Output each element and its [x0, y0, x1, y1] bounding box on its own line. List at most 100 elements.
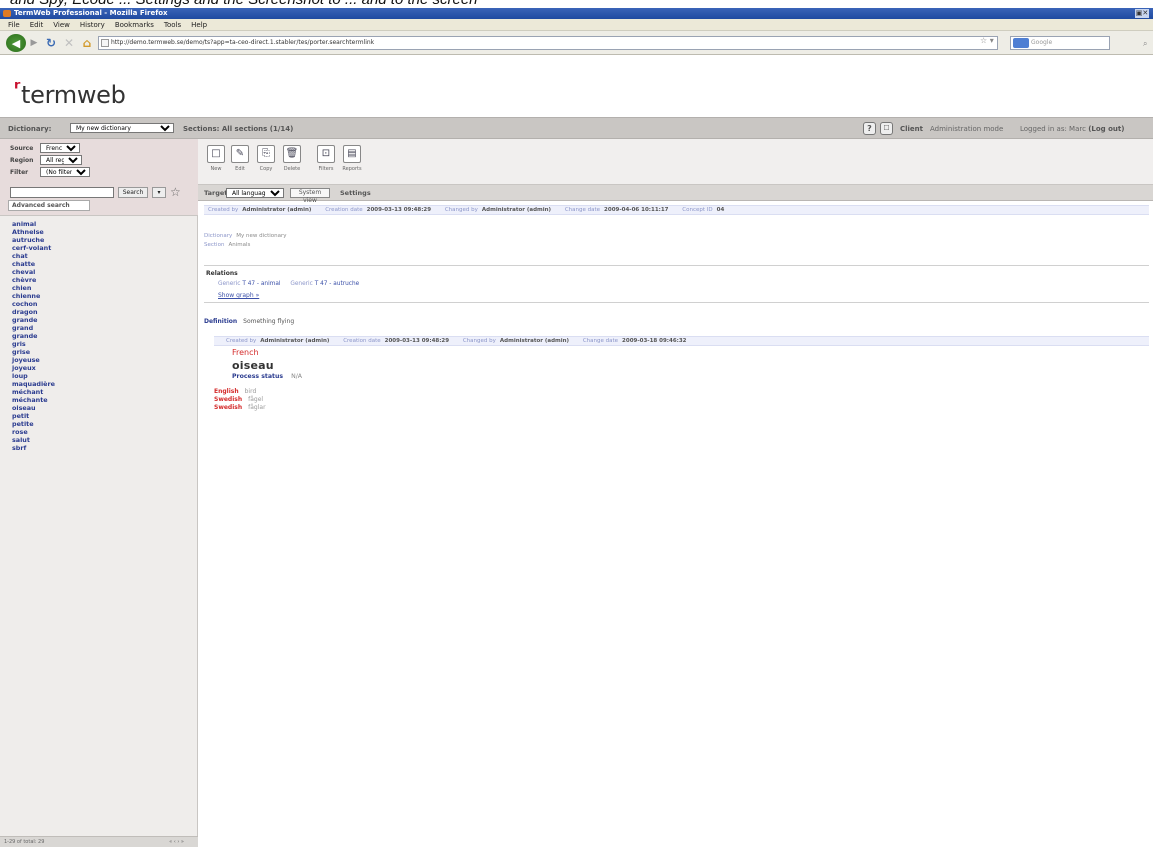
term-list-item[interactable]: chat	[12, 252, 55, 260]
meta-value: Administrator (admin)	[499, 338, 570, 344]
search-engine-icon[interactable]	[1013, 38, 1029, 48]
logo-mark-icon: ʳ	[14, 76, 21, 100]
menu-help[interactable]: Help	[191, 19, 207, 30]
new-button[interactable]: □ New	[206, 145, 226, 179]
translation-item[interactable]: Swedish fåglar	[214, 404, 266, 412]
copy-button[interactable]: ⎘ Copy	[256, 145, 276, 179]
bookmark-star-icon[interactable]: ☆ ▾	[980, 36, 994, 45]
term-list-item[interactable]: gris	[12, 340, 55, 348]
translation-item[interactable]: English bird	[214, 388, 266, 396]
reports-label: Reports	[342, 166, 362, 172]
menu-edit[interactable]: Edit	[30, 19, 44, 30]
relation-link[interactable]: T 47 - animal	[242, 281, 280, 287]
chat-icon[interactable]: ☐	[880, 122, 893, 135]
term-list-item[interactable]: méchante	[12, 396, 55, 404]
mode-link[interactable]: Administration mode	[930, 125, 1003, 133]
term-list-item[interactable]: autruche	[12, 236, 55, 244]
stop-icon[interactable]: ✕	[62, 35, 76, 51]
browser-search-box[interactable]: Google	[1010, 36, 1110, 50]
translation-item[interactable]: Swedish fågel	[214, 396, 266, 404]
process-status-row: Process status N/A	[232, 373, 302, 380]
relation-type: Generic	[218, 281, 241, 287]
reports-button[interactable]: ▤ Reports	[342, 145, 362, 179]
delete-button[interactable]: 🗑 Delete	[282, 145, 302, 179]
filter-row: Filter (No filter)	[10, 167, 90, 177]
term-list-item[interactable]: oiseau	[12, 404, 55, 412]
new-label: New	[210, 166, 222, 172]
help-icon[interactable]: ?	[863, 122, 876, 135]
home-icon[interactable]: ⌂	[80, 35, 94, 51]
dictionary-bar: Dictionary: My new dictionary Sections: …	[0, 117, 1153, 139]
term-list-item[interactable]: joyeux	[12, 364, 55, 372]
show-graph-link[interactable]: Show graph »	[218, 292, 259, 299]
reload-icon[interactable]: ↻	[44, 35, 58, 51]
meta-key: Change date	[582, 338, 619, 344]
term-list-item[interactable]: loup	[12, 372, 55, 380]
menu-view[interactable]: View	[53, 19, 70, 30]
term-list-item[interactable]: maquadière	[12, 380, 55, 388]
filter-select[interactable]: (No filter)	[40, 167, 90, 177]
sort-dropdown-icon[interactable]: ▾	[152, 187, 166, 198]
term-list-item[interactable]: méchant	[12, 388, 55, 396]
caption-text: and Spy, Ecode ... Settings and the Scre…	[10, 0, 478, 8]
pager-controls[interactable]: « ‹ › »	[169, 837, 184, 847]
term-list-item[interactable]: chienne	[12, 292, 55, 300]
term-list-item[interactable]: sbrf	[12, 444, 55, 452]
firefox-icon	[3, 10, 11, 17]
copy-icon: ⎘	[257, 145, 275, 163]
term-list-item[interactable]: dragon	[12, 308, 55, 316]
term-list-item[interactable]: grise	[12, 348, 55, 356]
dictionary-select[interactable]: My new dictionary	[70, 123, 174, 133]
process-status-label: Process status	[232, 373, 284, 380]
search-button[interactable]: Search	[118, 187, 148, 198]
source-select[interactable]: French	[40, 143, 80, 153]
filters-button[interactable]: ⊡ Filters	[316, 145, 336, 179]
menu-history[interactable]: History	[80, 19, 105, 30]
region-select[interactable]: All regions	[40, 155, 82, 165]
term-list-item[interactable]: grande	[12, 316, 55, 324]
url-text: http://demo.termweb.se/demo/ts?app=ta-ce…	[111, 39, 375, 46]
forward-arrow-icon[interactable]: ▶	[28, 35, 40, 51]
term-list-item[interactable]: chatte	[12, 260, 55, 268]
term-list-item[interactable]: joyeuse	[12, 356, 55, 364]
dictionary-field: Dictionary My new dictionary	[204, 233, 287, 239]
system-view-button[interactable]: System view	[290, 188, 330, 204]
field-key: Section	[204, 242, 225, 248]
term-list-item[interactable]: cerf-volant	[12, 244, 55, 252]
term-list-item[interactable]: petite	[12, 420, 55, 428]
term-search-input[interactable]	[10, 187, 114, 198]
source-label: Source	[10, 145, 34, 152]
settings-link[interactable]: Settings	[340, 189, 371, 197]
client-link[interactable]: Client	[900, 125, 923, 133]
favorite-star-icon[interactable]: ☆	[170, 185, 181, 199]
term-list-item[interactable]: grand	[12, 324, 55, 332]
term-list-item[interactable]: cochon	[12, 300, 55, 308]
term-list-item[interactable]: chien	[12, 284, 55, 292]
sections-value[interactable]: All sections (1/14)	[222, 125, 293, 133]
menu-bookmarks[interactable]: Bookmarks	[115, 19, 154, 30]
advanced-search-button[interactable]: Advanced search	[8, 200, 90, 211]
menu-tools[interactable]: Tools	[164, 19, 181, 30]
window-controls-icon[interactable]: ▣✕	[1135, 9, 1149, 18]
term-list-item[interactable]: chèvre	[12, 276, 55, 284]
process-status-value: N/A	[291, 373, 303, 380]
relations-row: Generic T 47 - animal Generic T 47 - aut…	[218, 281, 359, 287]
meta-value: 04	[716, 207, 725, 213]
term-list-item[interactable]: Athnelse	[12, 228, 55, 236]
relation-link[interactable]: T 47 - autruche	[315, 281, 360, 287]
target-language-select[interactable]: All languages	[226, 188, 284, 198]
edit-button[interactable]: ✎ Edit	[230, 145, 250, 179]
term-list-item[interactable]: petit	[12, 412, 55, 420]
term-metadata: Created by Administrator (admin) Creation…	[214, 336, 1149, 346]
term-list-item[interactable]: salut	[12, 436, 55, 444]
term-list-item[interactable]: cheval	[12, 268, 55, 276]
term-list-item[interactable]: animal	[12, 220, 55, 228]
url-bar[interactable]: http://demo.termweb.se/demo/ts?app=ta-ce…	[98, 36, 998, 50]
menu-file[interactable]: File	[8, 19, 20, 30]
source-row: Source French	[10, 143, 80, 153]
term-list-item[interactable]: rose	[12, 428, 55, 436]
back-arrow-icon[interactable]: ◀	[6, 34, 26, 52]
term-list-item[interactable]: grande	[12, 332, 55, 340]
logout-link[interactable]: (Log out)	[1088, 125, 1124, 133]
search-go-icon[interactable]: ⌕	[1143, 39, 1147, 49]
